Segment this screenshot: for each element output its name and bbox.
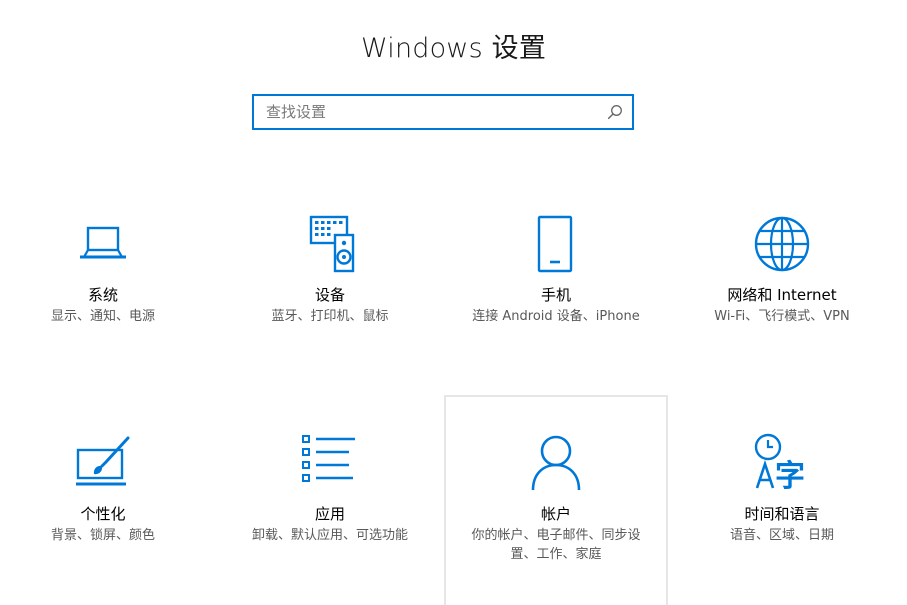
tile-description: 你的帐户、电子邮件、同步设置、工作、家庭 bbox=[471, 528, 641, 562]
tile-description: 语音、区域、日期 bbox=[729, 528, 834, 543]
tile-accounts[interactable]: 帐户 你的帐户、电子邮件、同步设置、工作、家庭 bbox=[444, 395, 668, 605]
tile-name: 设备 bbox=[314, 286, 345, 304]
settings-home: Windows 设置 系统 显示、通知、电源 bbox=[0, 0, 907, 605]
tile-name: 系统 bbox=[87, 286, 118, 304]
phone-icon bbox=[537, 215, 573, 273]
keyboard-speaker-icon bbox=[309, 215, 355, 273]
tile-phone[interactable]: 手机 连接 Android 设备、iPhone bbox=[444, 213, 668, 326]
person-icon bbox=[531, 435, 581, 491]
tile-system[interactable]: 系统 显示、通知、电源 bbox=[0, 213, 215, 326]
tile-description: Wi-Fi、飞行模式、VPN bbox=[714, 309, 850, 324]
globe-icon bbox=[754, 216, 810, 272]
tile-personalization[interactable]: 个性化 背景、锁屏、颜色 bbox=[0, 432, 215, 545]
tile-description: 显示、通知、电源 bbox=[50, 309, 155, 324]
tile-description: 蓝牙、打印机、鼠标 bbox=[271, 309, 389, 324]
tile-description: 连接 Android 设备、iPhone bbox=[472, 309, 640, 324]
tile-name: 时间和语言 bbox=[744, 505, 820, 523]
laptop-icon bbox=[80, 226, 126, 259]
tile-name: 手机 bbox=[540, 286, 571, 304]
tile-description: 背景、锁屏、颜色 bbox=[50, 528, 155, 543]
search-box[interactable] bbox=[252, 94, 634, 130]
tile-apps[interactable]: 应用 卸载、默认应用、可选功能 bbox=[218, 432, 442, 545]
tile-network[interactable]: 网络和 Internet Wi-Fi、飞行模式、VPN bbox=[670, 213, 894, 326]
page-title: Windows 设置 bbox=[360, 33, 547, 64]
tile-description: 卸载、默认应用、可选功能 bbox=[251, 528, 408, 543]
tile-name: 应用 bbox=[314, 505, 345, 523]
search-icon[interactable] bbox=[607, 104, 623, 120]
apps-list-icon bbox=[302, 435, 355, 482]
search-input[interactable] bbox=[266, 96, 596, 128]
clock-language-icon: 字 bbox=[754, 433, 805, 494]
tile-name: 个性化 bbox=[80, 505, 126, 523]
svg-text:字: 字 bbox=[775, 459, 805, 494]
tile-name: 帐户 bbox=[540, 505, 571, 523]
paint-brush-icon bbox=[76, 436, 130, 486]
tile-devices[interactable]: 设备 蓝牙、打印机、鼠标 bbox=[218, 213, 442, 326]
tile-name: 网络和 Internet bbox=[727, 286, 837, 304]
tile-time-language[interactable]: 字 时间和语言 语音、区域、日期 bbox=[670, 432, 894, 545]
